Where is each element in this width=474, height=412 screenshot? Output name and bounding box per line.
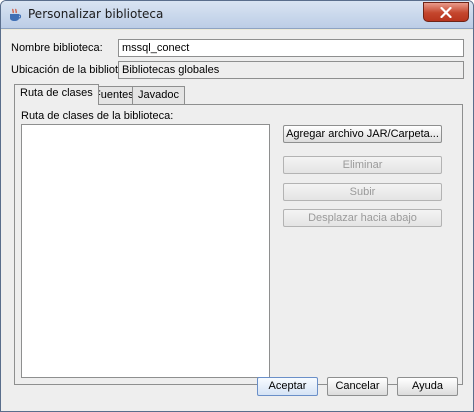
classpath-panel: Ruta de clases de la biblioteca: Agregar… — [14, 104, 463, 385]
dialog-body: Nombre biblioteca: mssql_conect Ubicació… — [1, 30, 473, 411]
customize-library-dialog: Personalizar biblioteca Nombre bibliotec… — [0, 0, 474, 412]
tab-javadoc[interactable]: Javadoc — [132, 86, 185, 104]
library-location-field: Bibliotecas globales — [118, 61, 464, 79]
move-down-button[interactable]: Desplazar hacia abajo — [283, 209, 442, 227]
classpath-list[interactable] — [21, 124, 270, 378]
remove-button[interactable]: Eliminar — [283, 156, 442, 174]
cancel-button[interactable]: Cancelar — [327, 377, 388, 396]
tab-classpath[interactable]: Ruta de clases — [14, 84, 99, 105]
accept-button[interactable]: Aceptar — [257, 377, 318, 396]
title-bar[interactable]: Personalizar biblioteca — [1, 1, 473, 29]
close-window-button[interactable] — [423, 2, 469, 22]
help-button[interactable]: Ayuda — [397, 377, 458, 396]
window-title: Personalizar biblioteca — [28, 7, 164, 21]
java-cup-icon — [8, 8, 22, 22]
classpath-list-label: Ruta de clases de la biblioteca: — [21, 110, 174, 122]
library-name-input[interactable]: mssql_conect — [118, 39, 464, 57]
move-up-button[interactable]: Subir — [283, 183, 442, 201]
library-name-label: Nombre biblioteca: — [11, 42, 103, 54]
add-jar-folder-button[interactable]: Agregar archivo JAR/Carpeta... — [283, 125, 442, 143]
close-icon — [440, 6, 452, 18]
